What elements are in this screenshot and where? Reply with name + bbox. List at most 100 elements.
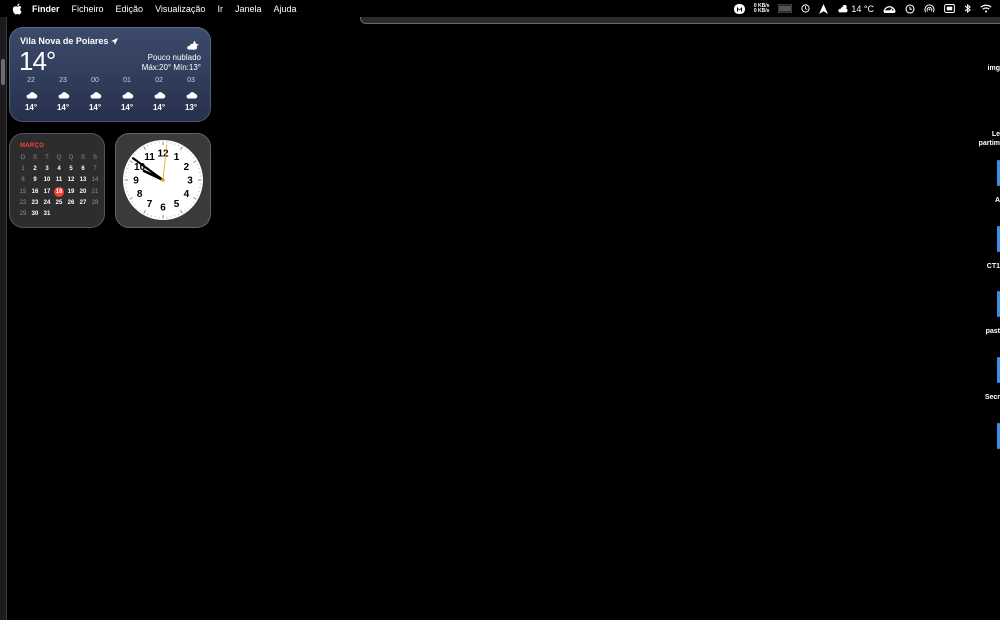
weekday-header: T — [45, 154, 49, 161]
scrollbar-thumb[interactable] — [1, 59, 5, 85]
desktop-item-label[interactable]: Secr — [985, 393, 1000, 402]
calendar-today[interactable]: 18 — [53, 186, 65, 197]
time-machine-icon[interactable] — [905, 0, 915, 17]
calendar-widget[interactable]: MARÇO D S T Q Q S S 1 2 3 4 5 6 7 8 9 10 11 12 13 14 15 16 17 18… — [9, 133, 105, 228]
desktop-item-label[interactable]: img — [988, 64, 1000, 73]
desktop-item-label[interactable]: Le — [992, 130, 1000, 139]
clock-numeral: 9 — [133, 176, 139, 187]
calendar-day[interactable]: 13 — [77, 175, 89, 186]
calendar-day[interactable]: 15 — [17, 186, 29, 197]
location-arrow-icon[interactable] — [819, 0, 829, 17]
calendar-day[interactable]: 7 — [89, 163, 101, 174]
menu-visualizacao[interactable]: Visualização — [155, 4, 205, 14]
cloud-icon — [25, 87, 38, 101]
location-arrow-icon — [111, 37, 119, 45]
weekday-header: Q — [68, 154, 74, 161]
calendar-day[interactable]: 23 — [29, 197, 41, 208]
calendar-day[interactable]: 29 — [17, 208, 29, 219]
calendar-day[interactable]: 12 — [65, 175, 77, 186]
weather-high-low: Máx:20° Mín:13° — [141, 63, 201, 72]
menu-finder[interactable]: Finder — [32, 4, 60, 14]
hourly-item: 01 14° — [113, 77, 141, 112]
weather-widget[interactable]: Vila Nova de Poiares 14° Pouco nublado M… — [9, 27, 211, 122]
calendar-day[interactable]: 26 — [65, 197, 77, 208]
hour-temp: 14° — [56, 103, 70, 112]
menu-ajuda[interactable]: Ajuda — [273, 4, 296, 14]
cloud-icon — [57, 87, 70, 101]
calendar-day[interactable]: 25 — [53, 197, 65, 208]
airdrop-icon[interactable] — [924, 0, 935, 17]
hourly-item: 22 14° — [17, 77, 45, 112]
calendar-day[interactable]: 4 — [53, 163, 65, 174]
clock-center — [161, 178, 165, 182]
menu-bar: Finder Ficheiro Edição Visualização Ir J… — [0, 0, 1000, 17]
menu-ficheiro[interactable]: Ficheiro — [72, 4, 104, 14]
calendar-day[interactable]: 17 — [41, 186, 53, 197]
clock-numeral: 2 — [184, 162, 190, 173]
weather-condition-block: Pouco nublado Máx:20° Mín:13° — [142, 53, 201, 73]
wifi-icon[interactable] — [980, 0, 992, 17]
calendar-day[interactable]: 6 — [77, 163, 89, 174]
weather-condition: Pouco nublado — [147, 53, 201, 62]
calendar-day[interactable]: 14 — [89, 175, 101, 186]
bluetooth-icon[interactable] — [964, 0, 971, 17]
cloud-icon — [121, 87, 134, 101]
calendar-day[interactable]: 1 — [17, 163, 29, 174]
weekday-header: S — [32, 154, 37, 161]
calendar-day[interactable]: 22 — [17, 197, 29, 208]
calendar-day[interactable]: 10 — [41, 175, 53, 186]
menu-edicao[interactable]: Edição — [116, 4, 144, 14]
calendar-day[interactable]: 16 — [29, 186, 41, 197]
calendar-day[interactable]: 5 — [65, 163, 77, 174]
weather-current-temp: 14° — [19, 46, 56, 76]
calendar-day[interactable]: 21 — [89, 186, 101, 197]
calendar-day[interactable]: 24 — [41, 197, 53, 208]
display-icon[interactable] — [944, 0, 955, 17]
clock-widget[interactable]: 12 1 2 3 4 5 6 7 8 9 10 11 — [115, 133, 211, 228]
calendar-day[interactable]: 28 — [89, 197, 101, 208]
hour-label: 22 — [27, 77, 35, 84]
weather-tray-temp: 14 °C — [851, 3, 874, 14]
menu-extra-icon[interactable] — [801, 0, 810, 17]
analog-clock-face: 12 1234567891011 — [123, 140, 203, 220]
network-speed[interactable]: 0 KB/s 0 KB/s — [754, 0, 770, 17]
calendar-day[interactable]: 9 — [29, 175, 41, 186]
hour-temp: 14° — [152, 103, 166, 112]
calendar-day[interactable]: 30 — [29, 208, 41, 219]
calendar-day[interactable]: 19 — [65, 186, 77, 197]
hourly-item: 03 13° — [177, 77, 205, 112]
clock-numeral: 1 — [174, 152, 180, 163]
hourly-item: 23 14° — [49, 77, 77, 112]
weather-tray[interactable]: 14 °C — [837, 0, 874, 17]
speedometer-icon[interactable] — [883, 0, 896, 17]
desktop-item-label[interactable]: CT1 — [987, 262, 1000, 271]
cpu-graph-icon[interactable] — [778, 0, 793, 17]
clock-numeral: 8 — [137, 189, 143, 200]
hour-temp: 14° — [120, 103, 134, 112]
calendar-day[interactable]: 11 — [53, 175, 65, 186]
desktop-item-label[interactable]: partim — [979, 139, 1000, 148]
apple-menu-icon[interactable] — [10, 3, 24, 15]
network-download: 0 KB/s — [753, 7, 770, 14]
calendar-day[interactable]: 2 — [29, 163, 41, 174]
clock-numeral: 5 — [174, 199, 180, 210]
hour-temp: 14° — [88, 103, 102, 112]
calendar-day[interactable]: 20 — [77, 186, 89, 197]
calendar-day[interactable]: 31 — [41, 208, 53, 219]
hour-label: 01 — [123, 77, 131, 84]
desktop-item-label[interactable]: past — [986, 327, 1000, 336]
clock-numeral: 7 — [147, 199, 153, 210]
malwarebytes-icon[interactable] — [733, 0, 745, 17]
weekday-header: D — [20, 154, 26, 161]
menu-ir[interactable]: Ir — [217, 4, 223, 14]
background-window-edge[interactable] — [360, 17, 1000, 24]
calendar-day[interactable]: 8 — [17, 175, 29, 186]
calendar-day[interactable]: 3 — [41, 163, 53, 174]
hourly-item: 00 14° — [81, 77, 109, 112]
desktop-item-label[interactable]: A — [995, 196, 1000, 205]
calendar-month: MARÇO — [20, 143, 45, 149]
left-window-edge — [0, 17, 7, 620]
weather-location: Vila Nova de Poiares — [20, 36, 119, 46]
calendar-day[interactable]: 27 — [77, 197, 89, 208]
menu-janela[interactable]: Janela — [235, 4, 262, 14]
